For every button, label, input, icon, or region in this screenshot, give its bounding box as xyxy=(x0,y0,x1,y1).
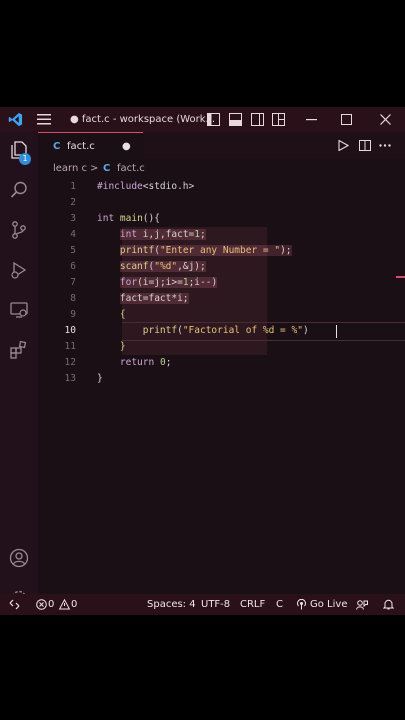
toggle-primary-sidebar-icon[interactable] xyxy=(207,113,220,126)
line-number: 1 xyxy=(70,181,76,192)
encoding[interactable]: UTF-8 xyxy=(201,594,230,615)
code-line: 6 scanf("%d",&j); xyxy=(38,259,405,275)
line-number: 13 xyxy=(64,373,76,384)
code-line: 12 return 0; xyxy=(38,355,405,371)
code-text: #include<stdio.h> xyxy=(97,181,195,192)
maximize-icon[interactable] xyxy=(341,114,352,125)
code-text: scanf("%d",&j); xyxy=(119,261,206,272)
breadcrumb-folder[interactable]: learn c xyxy=(53,159,87,179)
code-text: } xyxy=(119,341,126,352)
close-icon[interactable] xyxy=(380,114,391,125)
error-icon[interactable] xyxy=(36,599,47,610)
title-bar: ● fact.c - workspace (Work... xyxy=(0,107,405,132)
line-number: 2 xyxy=(70,197,76,208)
end-of-line[interactable]: CRLF xyxy=(240,594,265,615)
code-line: 2 xyxy=(38,195,405,211)
line-number: 10 xyxy=(64,325,76,336)
remote-window-icon[interactable] xyxy=(9,599,20,610)
vscode-window: ● fact.c - workspace (Work... 1 C fact.c… xyxy=(0,107,405,615)
code-line: 3 int main(){ xyxy=(38,211,405,227)
search-icon[interactable] xyxy=(9,180,29,200)
line-number: 12 xyxy=(64,357,76,368)
text-cursor xyxy=(336,325,337,338)
toggle-secondary-sidebar-icon[interactable] xyxy=(251,113,264,126)
toggle-panel-icon[interactable] xyxy=(229,113,242,126)
line-number: 7 xyxy=(70,277,76,288)
run-debug-icon[interactable] xyxy=(9,260,29,280)
code-line: 8 fact=fact*i; xyxy=(38,291,405,307)
accounts-icon[interactable] xyxy=(9,548,29,568)
code-line: 1 #include<stdio.h> xyxy=(38,179,405,195)
line-number: 6 xyxy=(70,261,76,272)
code-editor[interactable]: 1 #include<stdio.h> 2 3 int main(){ 4 in… xyxy=(38,179,405,594)
code-text: for(i=j;i>=1;i--) xyxy=(119,277,218,288)
more-actions-icon[interactable] xyxy=(379,144,391,147)
code-line: 11 } xyxy=(38,339,405,355)
broadcast-icon xyxy=(297,599,306,610)
indentation[interactable]: Spaces: 4 xyxy=(147,594,196,615)
breadcrumb-separator: > xyxy=(90,163,99,174)
breadcrumb: learn c > C fact.c xyxy=(38,159,405,179)
customize-layout-icon[interactable] xyxy=(272,113,285,126)
run-file-icon[interactable] xyxy=(338,140,349,151)
code-line: 13 } xyxy=(38,371,405,387)
extensions-icon[interactable] xyxy=(9,340,29,360)
feedback-icon[interactable] xyxy=(356,599,368,610)
tab-fact-c[interactable]: C fact.c ● xyxy=(38,132,143,160)
remote-explorer-icon[interactable] xyxy=(9,300,29,320)
code-text: printf("Factorial of %d = %") xyxy=(142,325,309,336)
line-number: 5 xyxy=(70,245,76,256)
status-bar: 0 0 Spaces: 4 UTF-8 CRLF C Go Live xyxy=(0,594,405,615)
code-line: 9 { xyxy=(38,307,405,323)
editor-tabs: C fact.c ● xyxy=(38,132,405,160)
vscode-logo-icon xyxy=(8,112,23,127)
warning-icon[interactable] xyxy=(59,599,70,610)
unsaved-dot-icon[interactable]: ● xyxy=(122,133,131,160)
activity-bar: 1 xyxy=(0,132,38,606)
go-live-button[interactable]: Go Live xyxy=(310,594,347,615)
code-line: 10 printf("Factorial of %d = %") xyxy=(38,323,405,339)
code-text: return 0; xyxy=(119,357,172,368)
split-editor-icon[interactable] xyxy=(359,140,371,151)
code-text: printf("Enter any Number = "); xyxy=(119,245,292,256)
code-line: 5 printf("Enter any Number = "); xyxy=(38,243,405,259)
line-number: 9 xyxy=(70,309,76,320)
minimize-icon[interactable] xyxy=(306,119,317,121)
breadcrumb-c-badge: C xyxy=(103,163,111,174)
breadcrumb-file[interactable]: fact.c xyxy=(117,159,145,179)
code-line: 7 for(i=j;i>=1;i--) xyxy=(38,275,405,291)
code-line: 4 int i,j,fact=1; xyxy=(38,227,405,243)
line-number: 3 xyxy=(70,213,76,224)
line-number: 4 xyxy=(70,229,76,240)
explorer-badge-count: 1 xyxy=(22,154,28,163)
explorer-badge: 1 xyxy=(19,153,31,165)
tab-label: fact.c xyxy=(67,141,95,152)
language-mode[interactable]: C xyxy=(276,594,283,615)
overview-ruler-marker xyxy=(396,276,405,278)
line-number: 8 xyxy=(70,293,76,304)
c-language-badge: C xyxy=(53,141,61,152)
line-number: 11 xyxy=(64,341,76,352)
code-text: int i,j,fact=1; xyxy=(119,229,206,240)
warning-count[interactable]: 0 xyxy=(71,594,77,615)
error-count[interactable]: 0 xyxy=(48,594,54,615)
code-text: fact=fact*i; xyxy=(119,293,189,304)
notifications-bell-icon[interactable] xyxy=(383,599,394,610)
source-control-icon[interactable] xyxy=(9,220,29,240)
code-text: { xyxy=(119,309,126,320)
code-text: int main(){ xyxy=(97,213,160,224)
window-title: ● fact.c - workspace (Work... xyxy=(70,114,216,125)
code-text: } xyxy=(97,373,103,384)
menu-icon[interactable] xyxy=(37,114,51,125)
